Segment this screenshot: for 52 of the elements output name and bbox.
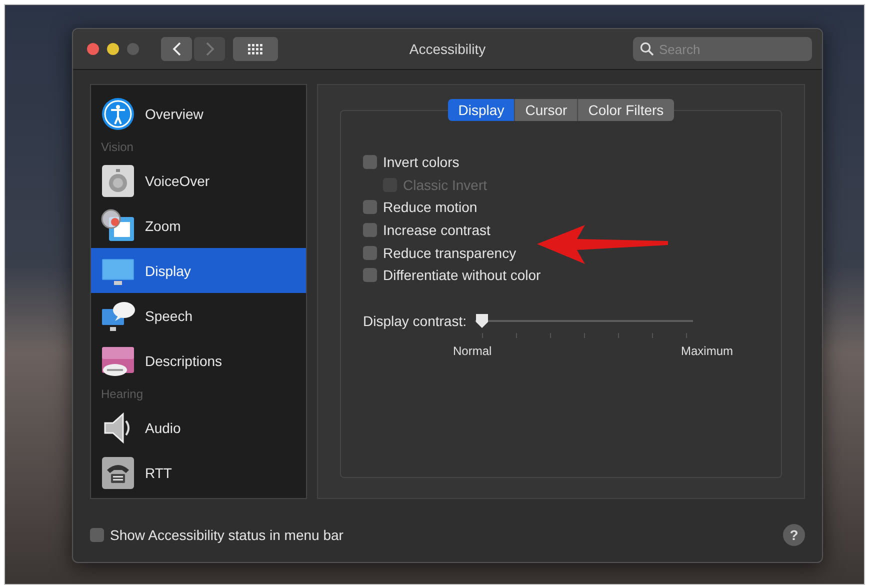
checkbox[interactable] [363,155,377,170]
sidebar-item[interactable]: VoiceOver [91,158,306,203]
close-button[interactable] [87,43,99,55]
option-label: Invert colors [383,154,460,170]
slider-label: Display contrast: [363,313,468,330]
tab[interactable]: Color Filters [578,99,674,121]
telephone-icon [101,456,135,490]
help-button[interactable]: ? [783,524,805,546]
item-label: Audio [145,420,181,436]
accessibility-icon [101,96,135,130]
tab[interactable]: Display [448,99,516,121]
sidebar-item[interactable]: Zoom [91,203,306,248]
option-label: Reduce transparency [383,244,516,261]
checkbox[interactable] [363,246,377,260]
sidebar-item[interactable]: RTT [91,450,306,495]
chevron-left-icon [172,42,182,56]
section-header: Hearing [100,386,144,403]
sidebar-item[interactable]: Descriptions [91,338,306,383]
slider-thumb[interactable] [475,312,489,329]
checkbox[interactable] [363,223,377,238]
window-title: Accessibility [409,41,486,57]
back-button[interactable] [161,37,192,61]
minimize-button[interactable] [107,43,119,55]
slider-max-label: Maximum [680,344,733,358]
zoom-button[interactable] [127,43,139,55]
checkbox[interactable] [363,200,377,214]
option-label: Differentiate without color [383,267,541,284]
grid-icon [248,44,263,54]
slider-min-label: Normal [453,344,492,358]
contrast-slider[interactable] [475,312,693,340]
item-label: Display [145,262,191,278]
sidebar-item[interactable]: Speech [91,293,306,338]
checkbox[interactable] [363,268,377,282]
option-label: Increase contrast [383,222,490,238]
item-label: Speech [145,308,192,324]
magnifier-window-icon [101,208,135,242]
show-all-button[interactable] [233,37,278,61]
checkbox[interactable] [90,528,104,542]
sidebar-item[interactable]: Audio [91,405,306,450]
item-label: Overview [145,106,204,122]
item-label: RTT [145,464,172,480]
sidebar-item[interactable]: Overview [91,91,306,136]
speaker-dial-icon [101,164,135,198]
sidebar-item[interactable]: Display [91,248,306,293]
option-label: Show Accessibility status in menu bar [110,526,344,542]
section-header: Vision [100,139,134,156]
item-label: VoiceOver [145,172,210,188]
item-label: Zoom [145,218,181,234]
item-label: Descriptions [145,352,222,368]
chevron-right-icon [204,42,214,56]
option-label: Reduce motion [383,199,478,216]
tab[interactable]: Cursor [515,99,578,121]
